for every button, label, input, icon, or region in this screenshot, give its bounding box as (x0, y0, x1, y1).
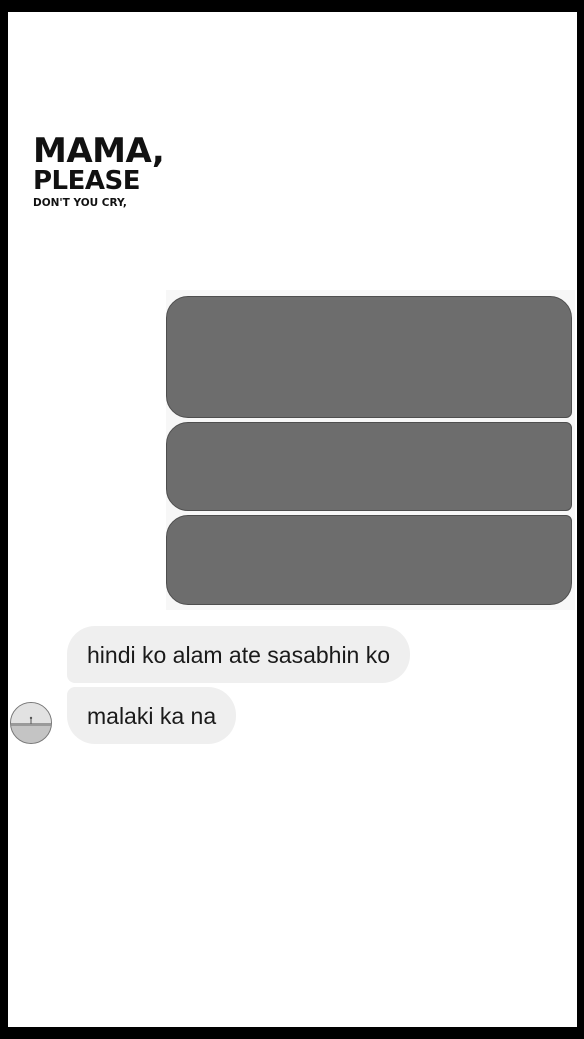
profile-header-text: MAMA, PLEASE DON'T YOU CRY, (33, 131, 165, 210)
incoming-message-bubble[interactable]: hindi ko alam ate sasabhin ko (67, 626, 411, 683)
header-title-line3: DON'T YOU CRY, (33, 197, 127, 209)
chat-screen: MAMA, PLEASE DON'T YOU CRY, hindi ko ala… (8, 12, 577, 1027)
outgoing-message-bubble-redacted[interactable] (166, 515, 572, 605)
sender-avatar-icon[interactable] (10, 702, 52, 744)
header-title-line1: MAMA, (33, 131, 165, 171)
header-title-line2: PLEASE (33, 166, 141, 196)
incoming-message-bubble[interactable]: malaki ka na (67, 687, 237, 744)
outgoing-message-bubble-redacted[interactable] (166, 296, 572, 418)
avatar-image (11, 703, 51, 743)
outgoing-message-bubble-redacted[interactable] (166, 422, 572, 511)
